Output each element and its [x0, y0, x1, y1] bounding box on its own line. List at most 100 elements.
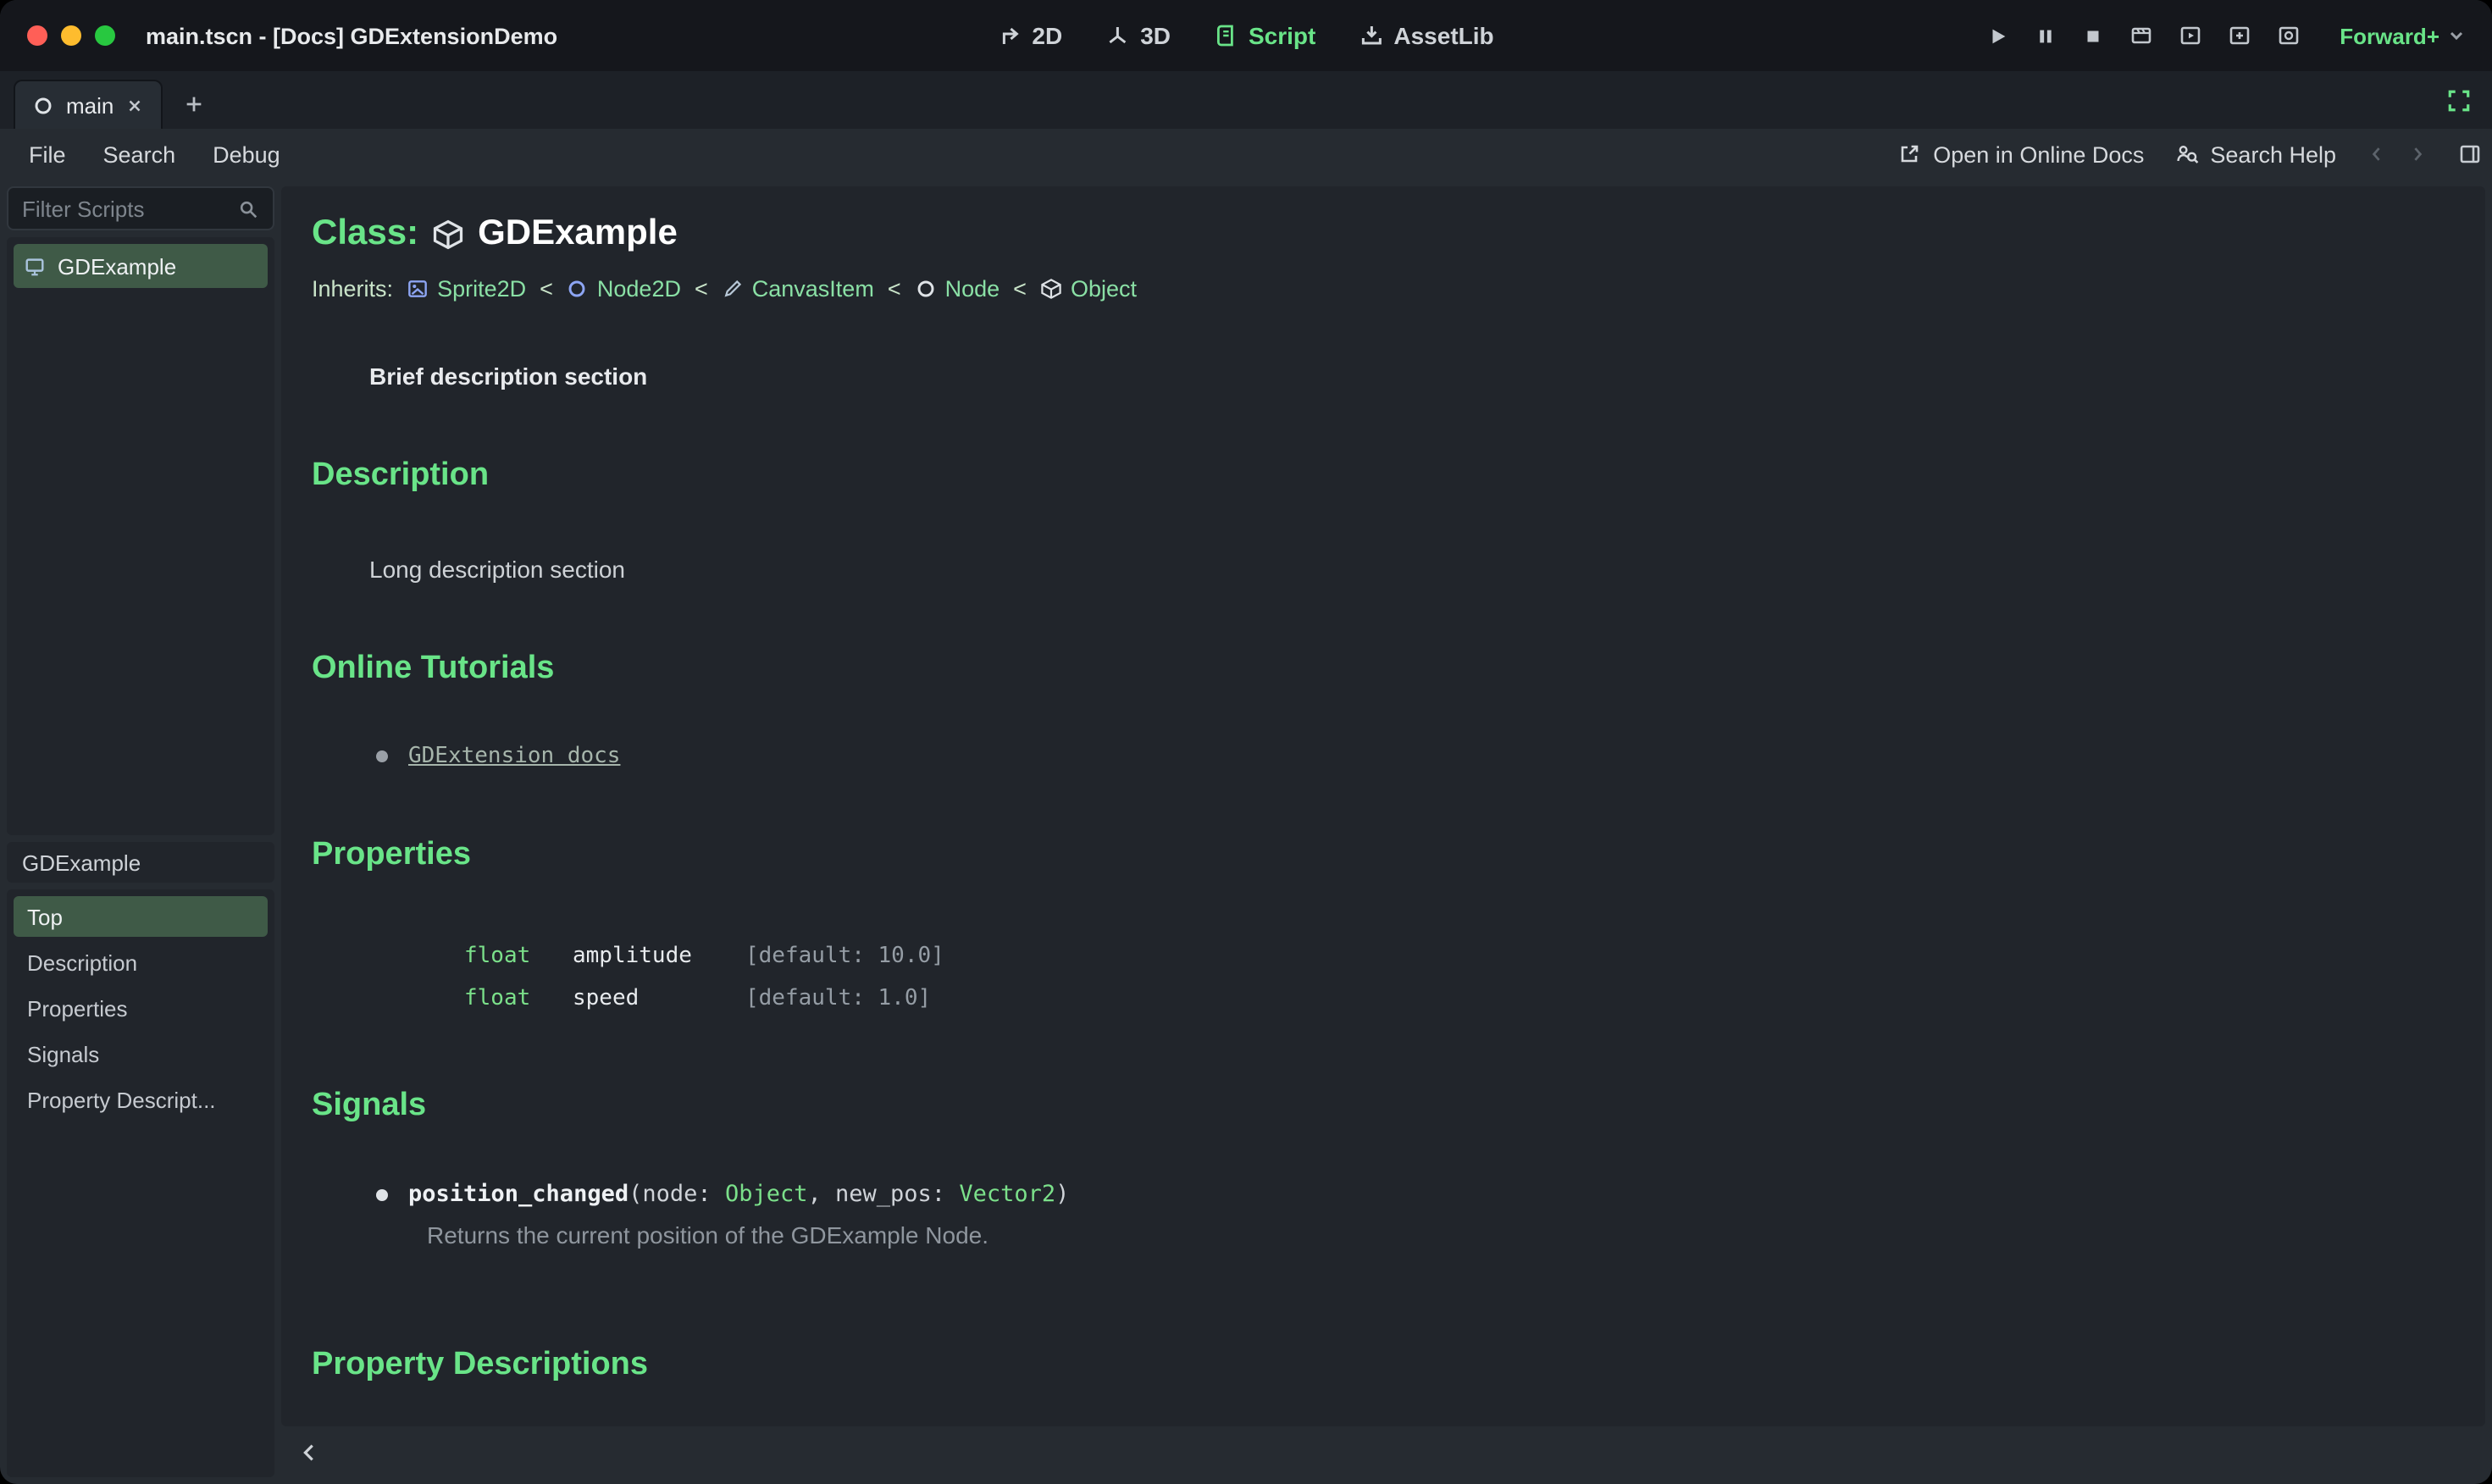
inherits-separator: <: [694, 276, 708, 302]
distraction-free-button[interactable]: [2446, 86, 2472, 117]
external-link-icon: [1901, 145, 1919, 163]
canvasitem-icon: [724, 280, 741, 297]
link-sprite2d[interactable]: Sprite2D: [407, 276, 526, 302]
menu-bar-right: Open in Online Docs Search Help: [1897, 141, 2482, 167]
history-forward-icon[interactable]: [2407, 144, 2428, 164]
property-type[interactable]: float: [464, 944, 573, 969]
property-name[interactable]: speed: [573, 986, 745, 1011]
link-node[interactable]: Node: [915, 276, 1000, 302]
member-item-description[interactable]: Description: [14, 942, 268, 983]
close-tab-icon[interactable]: [125, 96, 144, 114]
script-icon: [1217, 25, 1234, 47]
mode-script-button[interactable]: Script: [1215, 22, 1315, 49]
panel-layout-icon: [2460, 145, 2480, 163]
tab-main-scene[interactable]: main: [14, 80, 163, 129]
tutorial-item: GDExtension docs: [376, 744, 2455, 769]
description-heading: Description: [312, 457, 490, 493]
property-row-amplitude: float amplitude [default: 10.0]: [464, 935, 2455, 977]
link-node2d[interactable]: Node2D: [567, 276, 681, 302]
node-icon: [917, 280, 934, 297]
member-item-top[interactable]: Top: [14, 896, 268, 937]
title-bar: main.tscn - [Docs] GDExtensionDemo 2D 3D…: [0, 0, 2492, 71]
script-item-gdexample[interactable]: GDExample: [14, 244, 268, 288]
open-online-docs-button[interactable]: Open in Online Docs: [1897, 141, 2144, 167]
property-row-speed: float speed [default: 1.0]: [464, 977, 2455, 1020]
maximize-window-button[interactable]: [95, 25, 115, 46]
signal-item: position_changed(node: Object, new_pos: …: [376, 1181, 2455, 1208]
link-vector2-type[interactable]: Vector2: [959, 1181, 1055, 1208]
movie-maker-button[interactable]: [2129, 24, 2153, 47]
node2d-icon: [569, 280, 586, 297]
bullet-icon: [376, 750, 388, 762]
close-window-button[interactable]: [27, 25, 47, 46]
minimize-window-button[interactable]: [61, 25, 81, 46]
property-name[interactable]: amplitude: [573, 944, 745, 969]
search-icon: [240, 200, 258, 218]
property-type[interactable]: float: [464, 986, 573, 1011]
pause-button[interactable]: [2035, 25, 2057, 47]
mode-assetlib-button[interactable]: AssetLib: [1360, 22, 1494, 49]
property-default: [default: 1.0]: [745, 986, 932, 1011]
history-back-icon[interactable]: [2367, 144, 2387, 164]
renderer-selector[interactable]: Forward+: [2340, 23, 2465, 48]
property-default: [default: 10.0]: [745, 944, 944, 969]
filter-scripts-input[interactable]: [22, 196, 227, 221]
plus-icon: [186, 97, 201, 112]
node-icon: [35, 97, 52, 114]
playback-controls: Forward+: [1987, 23, 2465, 48]
members-panel-header: GDExample: [7, 842, 274, 883]
godot-editor-window: main.tscn - [Docs] GDExtensionDemo 2D 3D…: [0, 0, 2492, 1484]
inherits-label: Inherits:: [312, 276, 394, 302]
editor-mode-switcher: 2D 3D Script AssetLib: [998, 22, 1494, 49]
2d-icon: [1001, 27, 1018, 44]
long-description: Long description section: [369, 556, 625, 583]
member-item-signals[interactable]: Signals: [14, 1033, 268, 1074]
member-item-property-descriptions[interactable]: Property Descript...: [14, 1079, 268, 1120]
play-button[interactable]: [1987, 25, 2009, 47]
chevron-down-icon: [2450, 31, 2463, 41]
sync-scene-button[interactable]: [2277, 24, 2301, 47]
play-custom-scene-button[interactable]: [2228, 24, 2251, 47]
gdexample-class-icon: [25, 257, 44, 275]
properties-heading: Properties: [312, 837, 471, 872]
window-title: main.tscn - [Docs] GDExtensionDemo: [146, 23, 558, 48]
doc-column: Class: GDExample Inherits: Sprite2D < No…: [281, 186, 2485, 1477]
class-title-row: Class: GDExample: [312, 213, 2455, 254]
members-list: Top Description Properties Signals Prope…: [7, 889, 274, 1477]
link-object-type[interactable]: Object: [725, 1181, 808, 1208]
inherits-separator: <: [540, 276, 553, 302]
menu-file[interactable]: File: [10, 141, 85, 167]
signal-description: Returns the current position of the GDEx…: [427, 1221, 989, 1249]
properties-table: float amplitude [default: 10.0] float sp…: [464, 935, 2455, 1020]
link-canvasitem[interactable]: CanvasItem: [722, 276, 874, 302]
gdextension-docs-link[interactable]: GDExtension docs: [408, 744, 620, 769]
assetlib-icon: [1361, 26, 1382, 45]
collapse-panel-chevron-icon[interactable]: [298, 1441, 320, 1463]
class-name: GDExample: [478, 213, 678, 252]
menu-search[interactable]: Search: [85, 141, 195, 167]
play-scene-button[interactable]: [2179, 24, 2202, 47]
search-help-icon: [2176, 145, 2198, 163]
inherits-separator: <: [1013, 276, 1027, 302]
search-help-button[interactable]: Search Help: [2174, 141, 2336, 167]
object-cube-icon: [433, 219, 463, 249]
mode-3d-button[interactable]: 3D: [1106, 22, 1171, 49]
menu-debug[interactable]: Debug: [194, 141, 299, 167]
sprite2d-icon: [408, 280, 427, 297]
mode-2d-button[interactable]: 2D: [998, 22, 1062, 49]
script-menu-bar: File Search Debug Open in Online Docs Se…: [0, 129, 2492, 180]
property-descriptions-heading: Property Descriptions: [312, 1347, 648, 1382]
link-object[interactable]: Object: [1040, 276, 1137, 302]
inherits-separator: <: [887, 276, 901, 302]
toggle-panel-button[interactable]: [2458, 142, 2482, 166]
new-tab-button[interactable]: [169, 80, 217, 129]
object-icon: [1041, 279, 1061, 299]
member-item-properties[interactable]: Properties: [14, 988, 268, 1028]
brief-description: Brief description section: [369, 363, 648, 390]
history-nav: [2367, 144, 2428, 164]
main-content: GDExample GDExample Top Description Prop…: [0, 180, 2492, 1484]
tutorials-heading: Online Tutorials: [312, 651, 555, 686]
inherits-row: Inherits: Sprite2D < Node2D < CanvasItem: [312, 276, 2455, 302]
class-doc-viewer: Class: GDExample Inherits: Sprite2D < No…: [281, 186, 2485, 1426]
stop-button[interactable]: [2082, 25, 2104, 47]
